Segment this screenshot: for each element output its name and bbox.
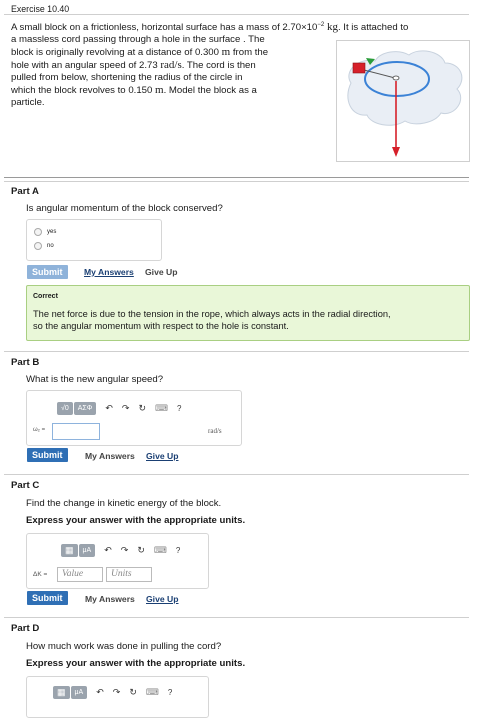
units-button[interactable]: μA (70, 685, 88, 699)
radio-yes[interactable] (34, 228, 42, 236)
problem-line-1: A small block on a frictionless, horizon… (11, 21, 409, 34)
option-yes[interactable]: yes (34, 228, 56, 236)
part-a-title: Part A (11, 186, 39, 197)
redo-icon[interactable]: ↷ (113, 687, 121, 698)
option-no[interactable]: no (34, 242, 54, 250)
part-c-question: Find the change in kinetic energy of the… (26, 498, 222, 509)
part-b-submit-button[interactable]: Submit (27, 448, 68, 462)
delta-k-units-input[interactable]: Units (106, 567, 152, 582)
part-d-question: How much work was done in pulling the co… (26, 641, 222, 652)
hole (392, 75, 400, 81)
omega2-label: ω₂ = (33, 427, 46, 433)
part-a-my-answers-link[interactable]: My Answers (84, 267, 134, 277)
correct-feedback-panel: Correct The net force is due to the tens… (26, 285, 470, 341)
templates-button[interactable]: ▦ (61, 543, 78, 557)
part-divider-c (4, 474, 469, 475)
undo-icon[interactable]: ↶ (105, 403, 113, 414)
part-divider-d (4, 617, 469, 618)
units-button[interactable]: μA (78, 543, 96, 557)
part-c-title: Part C (11, 480, 40, 491)
problem-figure (336, 40, 470, 162)
red-block (352, 62, 366, 74)
reset-icon[interactable]: ↻ (129, 687, 137, 698)
header-divider (4, 14, 469, 15)
delta-k-label: ΔK = (33, 571, 48, 578)
part-b-question: What is the new angular speed? (26, 374, 164, 385)
section-divider-2 (4, 181, 469, 182)
templates-button[interactable]: ▦ (53, 685, 70, 699)
greek-symbols-button[interactable]: ΑΣΦ (73, 401, 97, 415)
omega2-unit: rad/s (208, 427, 222, 435)
reset-icon[interactable]: ↻ (138, 403, 146, 414)
part-b-give-up-link[interactable]: Give Up (146, 451, 178, 461)
part-b-toolbar: √0 ΑΣΦ ↶ ↷ ↻ ⌨ ? (57, 399, 181, 417)
part-b-title: Part B (11, 357, 40, 368)
part-c-submit-button[interactable]: Submit (27, 591, 68, 605)
templates-button[interactable]: √0 (57, 401, 73, 415)
help-icon[interactable]: ? (168, 688, 172, 697)
radio-no[interactable] (34, 242, 42, 250)
undo-icon[interactable]: ↶ (104, 545, 112, 556)
part-d-title: Part D (11, 623, 40, 634)
part-divider-b (4, 351, 469, 352)
pull-arrow-head (392, 147, 400, 157)
reset-icon[interactable]: ↻ (137, 545, 145, 556)
part-c-give-up-link[interactable]: Give Up (146, 594, 178, 604)
part-d-toolbar: ▦ μA ↶ ↷ ↻ ⌨ ? (53, 683, 172, 701)
part-a-give-up-link[interactable]: Give Up (145, 267, 177, 277)
part-a-question: Is angular momentum of the block conserv… (26, 203, 223, 214)
delta-k-value-input[interactable]: Value (57, 567, 103, 582)
part-c-my-answers-link[interactable]: My Answers (85, 594, 135, 604)
part-a-submit-button[interactable]: Submit (27, 265, 68, 279)
feedback-text: The net force is due to the tension in t… (33, 309, 391, 331)
part-b-my-answers-link[interactable]: My Answers (85, 451, 135, 461)
omega2-input[interactable] (52, 423, 100, 440)
keyboard-icon[interactable]: ⌨ (146, 687, 159, 698)
help-icon[interactable]: ? (176, 546, 180, 555)
redo-icon[interactable]: ↷ (122, 403, 130, 414)
part-a-choice-box (26, 219, 162, 261)
undo-icon[interactable]: ↶ (96, 687, 104, 698)
help-icon[interactable]: ? (177, 404, 181, 413)
redo-icon[interactable]: ↷ (121, 545, 129, 556)
keyboard-icon[interactable]: ⌨ (155, 403, 168, 414)
part-c-toolbar: ▦ μA ↶ ↷ ↻ ⌨ ? (61, 541, 180, 559)
part-c-instruction: Express your answer with the appropriate… (26, 515, 246, 526)
rotating-block-diagram (347, 50, 463, 157)
feedback-title: Correct (33, 293, 58, 300)
part-d-instruction: Express your answer with the appropriate… (26, 658, 246, 669)
keyboard-icon[interactable]: ⌨ (154, 545, 167, 556)
section-divider (4, 177, 469, 178)
